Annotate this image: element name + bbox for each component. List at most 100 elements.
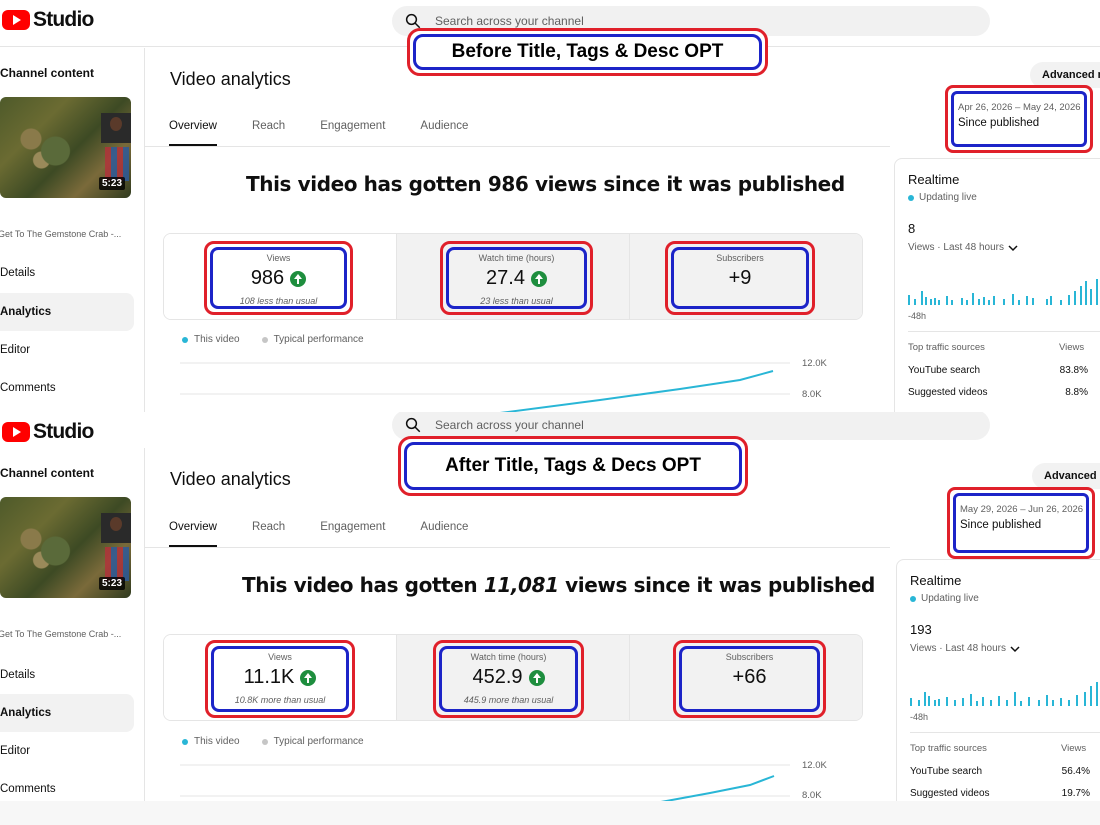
sidebar-item-comments[interactable]: Comments [0, 369, 134, 407]
up-arrow-icon [530, 270, 547, 287]
sidebar-item-analytics[interactable]: Analytics [0, 293, 134, 331]
video-duration: 5:23 [98, 177, 125, 190]
views-card[interactable]: Views 986 108 less than usual [164, 234, 397, 319]
watch-time-value: 27.4 [486, 267, 525, 289]
views-comparison: 108 less than usual [239, 296, 318, 306]
subscribers-card[interactable]: Subscribers +9 [630, 234, 862, 319]
subscribers-value: +66 [732, 666, 767, 688]
legend-dot-icon [182, 336, 188, 343]
traffic-views-header: Views [1061, 743, 1087, 754]
traffic-source-row: YouTube search 56.4% [910, 766, 1090, 777]
watch-time-comparison: 445.9 more than usual [463, 695, 554, 705]
realtime-live-status: Updating live [908, 192, 977, 203]
realtime-period-select[interactable]: Views · Last 48 hours [908, 242, 1018, 253]
video-title: Get To The Gemstone Crab -... [0, 229, 122, 239]
logo-text: Studio [33, 8, 94, 31]
watch-time-comparison: 23 less than usual [480, 296, 553, 306]
thumbnail-detail [105, 547, 129, 581]
date-since-label: Since published [960, 519, 1042, 531]
source-name: YouTube search [910, 766, 983, 777]
date-range-picker[interactable]: Apr 26, 2026 – May 24, 2026 Since publis… [945, 85, 1093, 153]
tab-overview[interactable]: Overview [169, 110, 217, 146]
views-trend-chart [180, 764, 790, 816]
sidebar-item-details[interactable]: Details [0, 254, 134, 292]
search-icon [405, 417, 421, 433]
legend-typical[interactable]: Typical performance [261, 334, 364, 345]
traffic-sources-header: Top traffic sources [908, 342, 985, 353]
youtube-logo-icon [2, 422, 30, 442]
tab-reach[interactable]: Reach [252, 511, 285, 547]
subscribers-highlight: Subscribers +9 [665, 241, 815, 315]
headline-suffix: views since it was published [558, 573, 875, 597]
subscribers-card[interactable]: Subscribers +66 [630, 635, 862, 720]
studio-logo[interactable]: Studio [2, 8, 94, 32]
views-trend-chart [180, 362, 790, 412]
thumbnail-detail [105, 147, 129, 181]
realtime-card: Realtime Updating live 8 Views · Last 48… [894, 158, 1100, 412]
sidebar-item-comments[interactable]: Comments [0, 770, 134, 808]
logo-text: Studio [33, 420, 94, 443]
tab-engagement[interactable]: Engagement [320, 511, 385, 547]
tab-audience[interactable]: Audience [420, 511, 468, 547]
video-thumbnail[interactable]: 5:23 [0, 497, 131, 598]
subscribers-label: Subscribers [716, 253, 764, 263]
legend-this-video[interactable]: This video [182, 736, 240, 747]
legend-dot-icon [261, 336, 268, 343]
tab-reach[interactable]: Reach [252, 110, 285, 146]
advanced-mode-button[interactable]: Advanced m [1032, 463, 1100, 489]
views-card[interactable]: Views 11.1K 10.8K more than usual [164, 635, 397, 720]
headline-prefix: This video has gotten [242, 573, 484, 597]
date-since-label: Since published [958, 117, 1040, 129]
subscribers-label: Subscribers [725, 652, 774, 662]
source-percent: 56.4% [1061, 766, 1090, 777]
sidebar-item-analytics[interactable]: Analytics [0, 694, 134, 732]
watch-time-card[interactable]: Watch time (hours) 452.9 445.9 more than… [397, 635, 630, 720]
subscribers-value: +9 [728, 267, 752, 289]
views-highlight: Views 986 108 less than usual [204, 241, 353, 315]
views-highlight: Views 11.1K 10.8K more than usual [205, 640, 355, 718]
realtime-period-select[interactable]: Views · Last 48 hours [910, 643, 1020, 654]
legend-dot-icon [182, 738, 188, 745]
watch-time-highlight: Watch time (hours) 452.9 445.9 more than… [433, 640, 584, 718]
video-thumbnail[interactable]: 5:23 [0, 97, 131, 198]
metric-cards: Views 11.1K 10.8K more than usual Watch … [163, 634, 863, 721]
legend-typical[interactable]: Typical performance [261, 736, 364, 747]
live-dot-icon [908, 194, 914, 201]
source-name: Suggested videos [908, 387, 988, 398]
tab-audience[interactable]: Audience [420, 110, 468, 146]
sidebar-item-editor[interactable]: Editor [0, 732, 134, 770]
subscribers-highlight: Subscribers +66 [673, 640, 826, 718]
studio-logo[interactable]: Studio [2, 420, 94, 444]
legend-label: This video [194, 736, 240, 747]
tab-overview[interactable]: Overview [169, 511, 217, 547]
channel-content-heading: Channel content [0, 466, 95, 480]
before-banner: Before Title, Tags & Desc OPT [407, 28, 768, 76]
realtime-card: Realtime Updating live 193 Views · Last … [896, 559, 1100, 825]
realtime-title: Realtime [908, 172, 960, 187]
video-title: Get To The Gemstone Crab -... [0, 629, 122, 639]
date-range-picker[interactable]: May 29, 2026 – Jun 26, 2026 Since publis… [947, 487, 1095, 559]
tab-engagement[interactable]: Engagement [320, 110, 385, 146]
tab-divider [145, 146, 890, 147]
legend-dot-icon [261, 738, 268, 745]
chart-legend: This video Typical performance [182, 736, 364, 747]
source-percent: 19.7% [1061, 788, 1090, 799]
legend-this-video[interactable]: This video [182, 334, 240, 345]
page-title: Video analytics [170, 69, 291, 89]
axis-label-high: 12.0K [802, 760, 827, 771]
this-video-line [499, 370, 774, 412]
views-label: Views [268, 652, 292, 662]
live-label: Updating live [921, 593, 979, 604]
source-name: YouTube search [908, 365, 981, 376]
webcam-overlay [101, 113, 131, 143]
legend-label: Typical performance [273, 334, 364, 345]
before-panel: Studio Channel content 5:23 Get To The G… [0, 0, 1100, 412]
watch-time-card[interactable]: Watch time (hours) 27.4 23 less than usu… [397, 234, 630, 319]
up-arrow-icon [528, 669, 545, 686]
sidebar-item-details[interactable]: Details [0, 656, 134, 694]
realtime-axis-label: -48h [908, 311, 927, 321]
views-label: Views [266, 253, 291, 263]
tab-divider [145, 547, 890, 548]
sidebar-item-editor[interactable]: Editor [0, 331, 134, 369]
date-range-highlight: May 29, 2026 – Jun 26, 2026 Since publis… [953, 493, 1089, 553]
